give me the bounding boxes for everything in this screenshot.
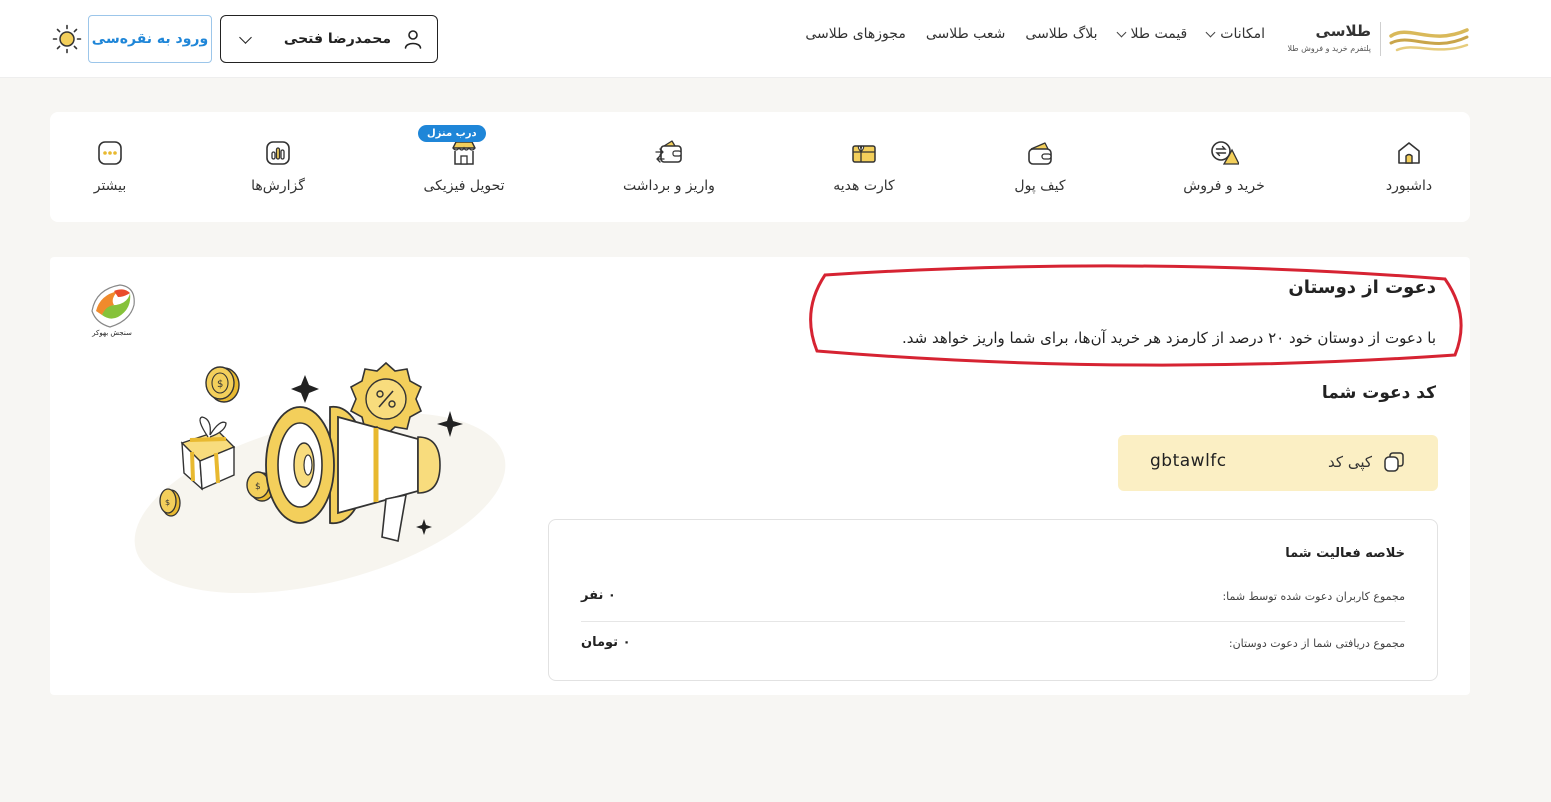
menu-item-label: خرید و فروش: [1183, 178, 1265, 194]
menu-item-wallet[interactable]: کیف پول: [970, 138, 1110, 194]
menu-item-more[interactable]: بیشتر: [40, 138, 180, 194]
invited-users-value: ۰ نفر: [581, 588, 616, 603]
exchange-icon: [1211, 141, 1239, 165]
sun-icon[interactable]: [52, 24, 82, 54]
nav-label: شعب طلاسی: [925, 26, 1006, 42]
user-icon: [404, 30, 422, 49]
earnings-label: مجموع دریافتی شما از دعوت دوستان:: [1228, 637, 1405, 650]
nav-label: قیمت طلا: [1130, 26, 1188, 42]
invite-code-value[interactable]: gbtawlfc: [1150, 451, 1227, 471]
store-icon: [452, 141, 476, 165]
menu-item-gift-card[interactable]: کارت هدیه: [794, 138, 934, 194]
logo-name: طلاسی: [1315, 22, 1371, 40]
invite-code-title: کد دعوت شما: [1321, 383, 1436, 403]
copy-icon: [1384, 452, 1404, 472]
earnings-value: ۰ تومان: [581, 635, 631, 650]
gift-card-icon: [852, 145, 876, 163]
nav-gold-price[interactable]: قیمت طلا: [1116, 26, 1188, 42]
nav-blog[interactable]: بلاگ طلاسی: [1025, 26, 1097, 42]
svg-text:$: $: [217, 379, 223, 390]
nav-licenses[interactable]: مجوزهای طلاسی: [805, 26, 905, 42]
gold-waves-icon: [1389, 28, 1469, 52]
watermark-logo: سنجش بهوکر: [80, 281, 144, 343]
quick-menu: داشبورد خرید و فروش کیف پول کارت هدیه وا…: [50, 112, 1470, 222]
home-icon: [1398, 142, 1420, 164]
wallet-icon: [1028, 142, 1052, 165]
copy-label: کپی کد: [1328, 453, 1372, 471]
deposit-withdraw-icon: [655, 140, 682, 163]
menu-item-label: واریز و برداشت: [623, 178, 715, 194]
summary-divider: [581, 621, 1405, 622]
menu-item-label: کیف پول: [1014, 178, 1066, 194]
chevron-down-icon: [1116, 27, 1126, 37]
invite-code-box: gbtawlfc کپی کد: [1118, 435, 1438, 491]
user-name: محمدرضا فتحی: [283, 31, 391, 47]
invite-title: دعوت از دوستان: [1288, 277, 1436, 298]
main-nav: امکانات قیمت طلا بلاگ طلاسی شعب طلاسی مج…: [805, 26, 1265, 42]
more-icon: [98, 141, 122, 165]
chevron-down-icon: [239, 30, 252, 44]
silver-login-button[interactable]: ورود به نقره‌سی: [88, 15, 212, 63]
svg-text:$: $: [255, 482, 261, 492]
watermark-text: سنجش بهوکر: [92, 329, 132, 337]
menu-item-reports[interactable]: گزارش‌ها: [208, 138, 348, 194]
logo-tagline: پلتفرم خرید و فروش طلا: [1287, 44, 1371, 53]
menu-item-dashboard[interactable]: داشبورد: [1339, 138, 1479, 194]
svg-text:$: $: [165, 498, 170, 507]
nav-label: بلاگ طلاسی: [1025, 26, 1098, 42]
nav-label: امکانات: [1220, 26, 1265, 42]
menu-item-label: کارت هدیه: [833, 178, 895, 194]
logo-divider: [1380, 22, 1381, 56]
user-menu-button[interactable]: محمدرضا فتحی: [220, 15, 438, 63]
megaphone-illustration: $ $ $: [134, 361, 506, 593]
menu-item-buy-sell[interactable]: خرید و فروش: [1154, 138, 1294, 194]
menu-item-label: داشبورد: [1385, 178, 1433, 194]
watermark-emblem-icon: [91, 284, 135, 328]
logo[interactable]: طلاسی پلتفرم خرید و فروش طلا: [1281, 18, 1471, 60]
menu-item-label: گزارش‌ها: [251, 178, 305, 194]
home-delivery-badge: درب منزل: [418, 125, 486, 142]
nav-features[interactable]: امکانات: [1205, 26, 1265, 42]
nav-label: مجوزهای طلاسی: [805, 26, 906, 42]
chevron-down-icon: [1205, 27, 1216, 37]
reports-icon: [266, 141, 290, 165]
invite-friends-card: دعوت از دوستان با دعوت از دوستان خود ۲۰ …: [50, 257, 1470, 695]
activity-summary: خلاصه فعالیت شما مجموع کاربران دعوت شده …: [548, 519, 1438, 681]
copy-code-button[interactable]: کپی کد: [1328, 450, 1406, 474]
menu-item-label: بیشتر: [93, 178, 127, 194]
summary-title: خلاصه فعالیت شما: [1285, 546, 1405, 561]
invited-users-label: مجموع کاربران دعوت شده توسط شما:: [1222, 590, 1405, 603]
top-header: طلاسی پلتفرم خرید و فروش طلا امکانات قیم…: [0, 0, 1551, 78]
menu-item-physical-delivery[interactable]: تحویل فیزیکی: [394, 138, 534, 194]
invite-description: با دعوت از دوستان خود ۲۰ درصد از کارمزد …: [901, 329, 1436, 347]
nav-branches[interactable]: شعب طلاسی: [926, 26, 1006, 42]
menu-item-deposit-withdraw[interactable]: واریز و برداشت: [599, 138, 739, 194]
menu-item-label: تحویل فیزیکی: [423, 178, 505, 194]
